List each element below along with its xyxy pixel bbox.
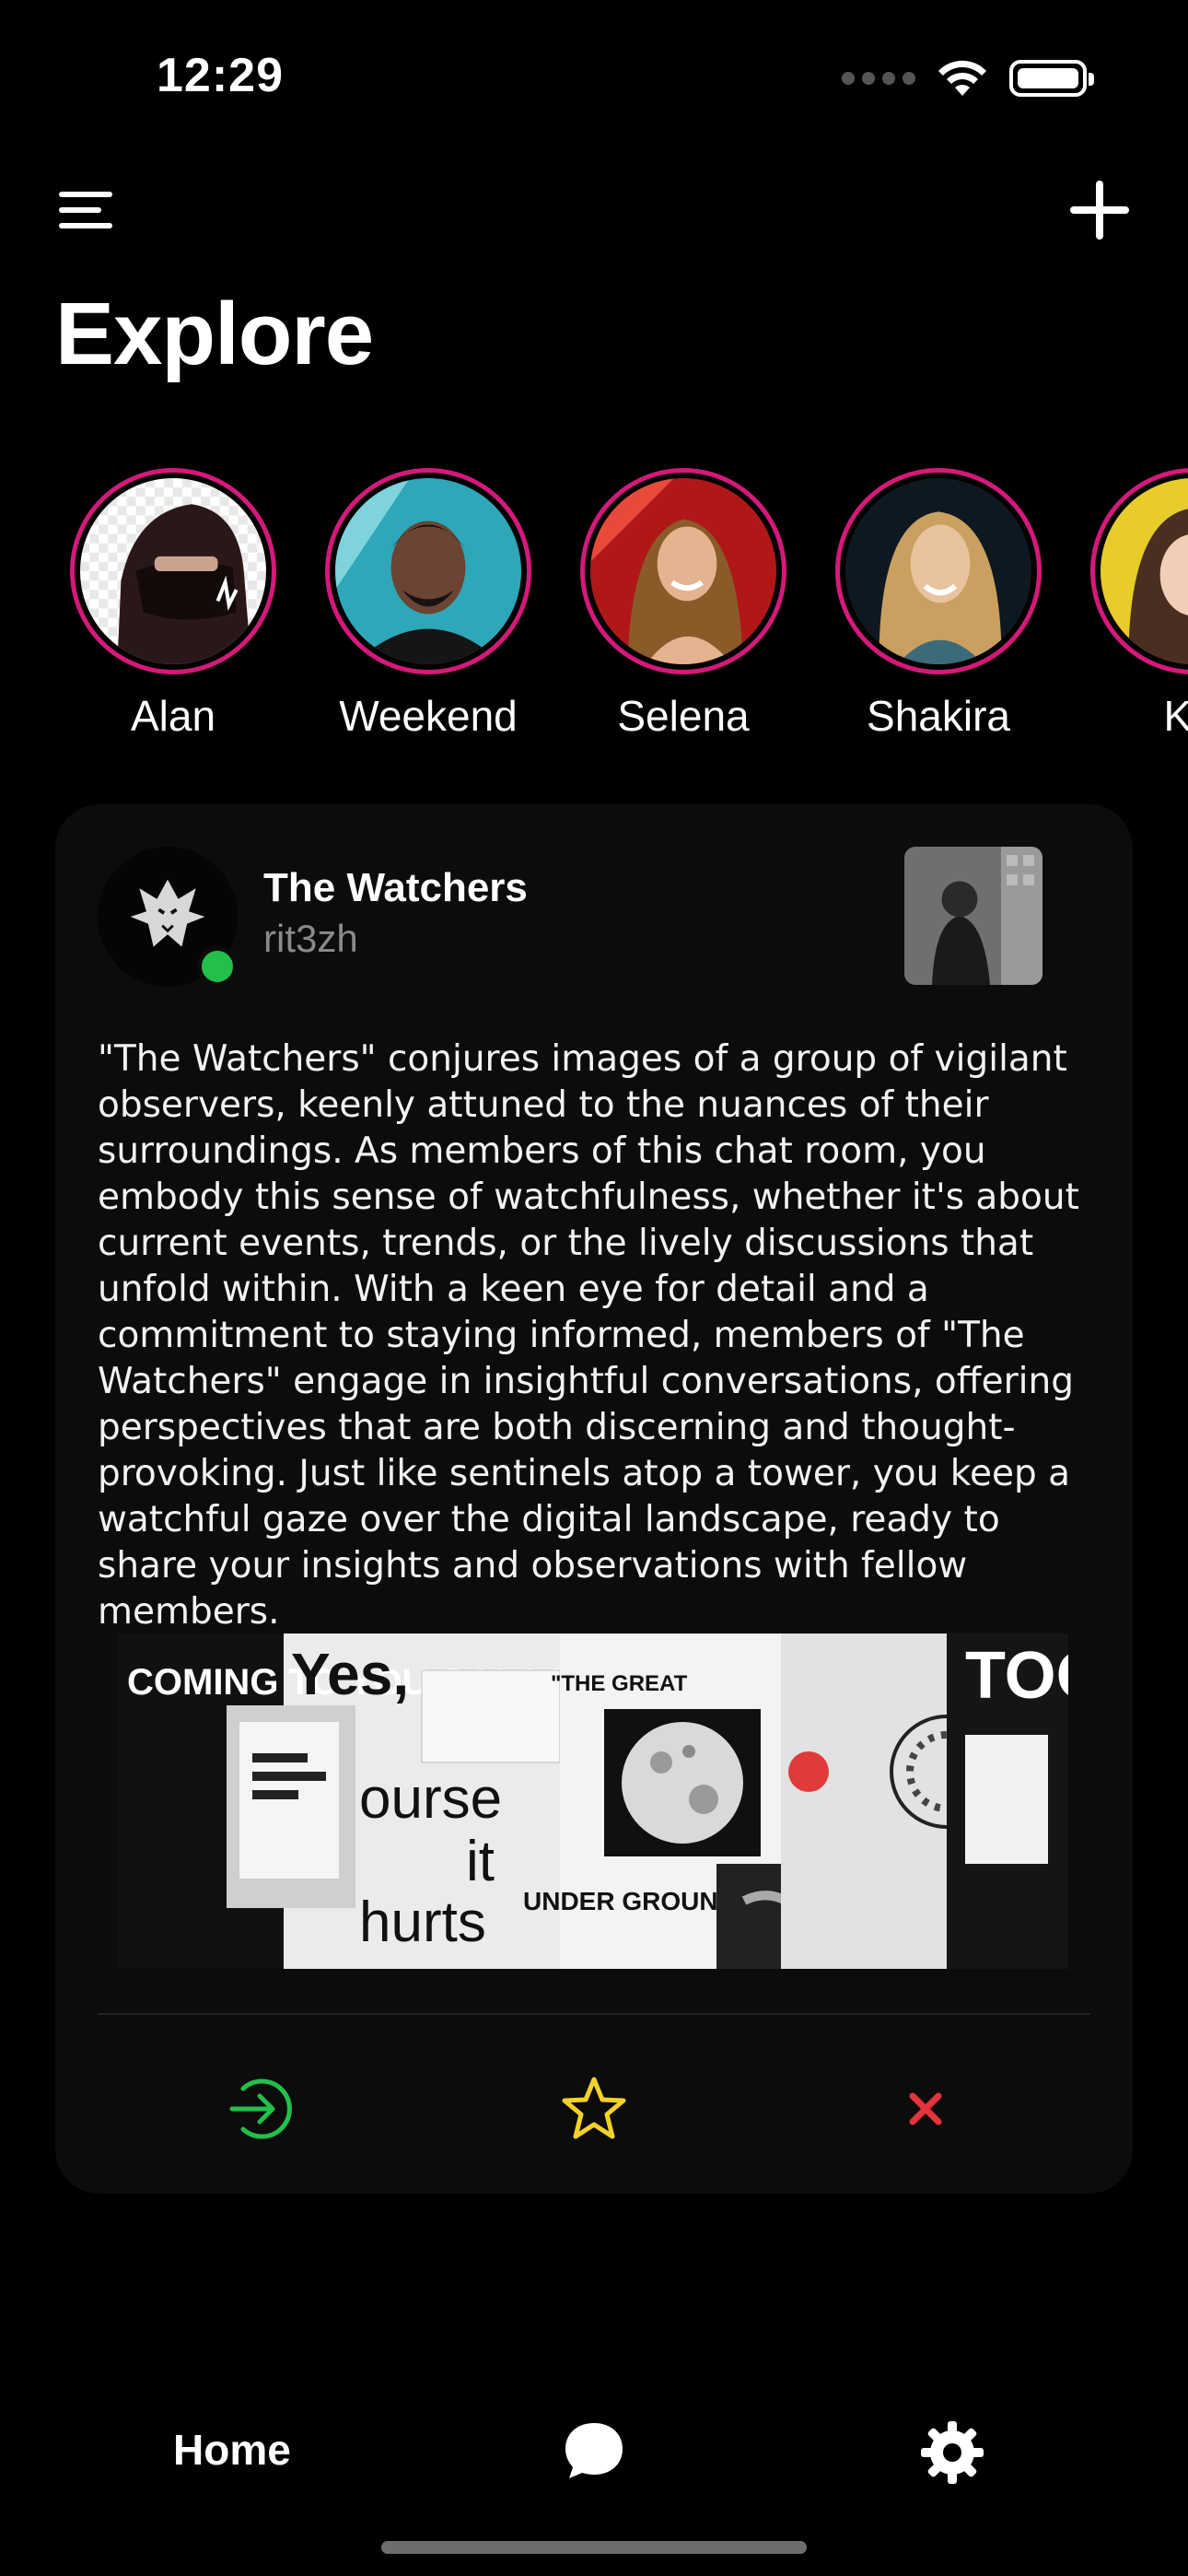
favorite-button[interactable] (557, 2072, 631, 2146)
home-indicator (381, 2541, 807, 2554)
wifi-icon (938, 60, 986, 96)
story-weekend[interactable]: Weekend (318, 468, 539, 741)
star-icon (562, 2077, 626, 2139)
room-thumbnail (904, 847, 1042, 985)
story-name: Weekend (339, 692, 518, 740)
story-name: Alan (130, 692, 216, 740)
room-card[interactable]: The Watchers rit3zh "The Watchers" conju… (55, 804, 1133, 2194)
story-ring (70, 468, 276, 674)
room-title: The Watchers (263, 865, 528, 910)
room-description: "The Watchers" conjures images of a grou… (98, 1038, 1079, 1633)
collage-yes-text: Yes, (291, 1641, 409, 1707)
close-icon (909, 2092, 942, 2125)
add-icon[interactable] (1070, 181, 1129, 240)
story-selena[interactable]: Selena (573, 468, 794, 741)
chat-bubble-icon (565, 2423, 623, 2478)
story-ring (325, 468, 531, 674)
avatar (335, 478, 521, 664)
dismiss-button[interactable] (889, 2072, 962, 2146)
collage-it-text: it (466, 1830, 495, 1893)
collage-too-text: TOO (965, 1639, 1068, 1713)
stories-row: Alan Weekend Selena Shakira K (0, 468, 1188, 772)
collage-under-ground-text: UNDER GROUND" (523, 1887, 749, 1915)
enter-icon (229, 2078, 292, 2139)
join-button[interactable] (225, 2072, 298, 2146)
menu-icon[interactable] (59, 192, 112, 228)
online-status-dot (197, 946, 238, 987)
collage-the-great-text: "THE GREAT (551, 1671, 688, 1696)
story-ring (835, 468, 1042, 674)
story-ring (580, 468, 786, 674)
story-ring (1090, 468, 1188, 674)
collage-hurts-text: hurts (359, 1891, 486, 1954)
avatar (590, 478, 776, 664)
page-title: Explore (55, 285, 374, 383)
room-cover-image: COMING TO YOU GALA THI SUMM Yes, ourse i… (118, 1633, 1068, 1969)
explore-screen: 12:29 Explore Alan Weekend Selena Shakir… (0, 0, 1188, 2576)
story-name: Shakira (867, 692, 1010, 740)
tab-settings[interactable] (919, 2419, 985, 2486)
story-kn[interactable]: K'n (1083, 468, 1188, 741)
gear-icon (921, 2421, 984, 2484)
battery-icon (1009, 60, 1094, 97)
story-shakira[interactable]: Shakira (828, 468, 1049, 741)
story-alan[interactable]: Alan (63, 468, 284, 741)
status-time: 12:29 (157, 49, 284, 102)
wolf-logo-icon (130, 879, 205, 947)
avatar (80, 478, 266, 664)
status-icons (842, 59, 1094, 98)
avatar (1101, 478, 1188, 664)
story-name: Selena (617, 692, 750, 740)
tab-chat[interactable] (562, 2419, 626, 2482)
room-handle: rit3zh (263, 917, 358, 960)
cellular-signal-icon (842, 72, 915, 85)
collage-ourse-text: ourse (359, 1767, 502, 1831)
tab-home[interactable]: Home (173, 2425, 291, 2475)
story-name: K'n (1163, 692, 1188, 740)
avatar (845, 478, 1031, 664)
card-divider (98, 2013, 1090, 2015)
